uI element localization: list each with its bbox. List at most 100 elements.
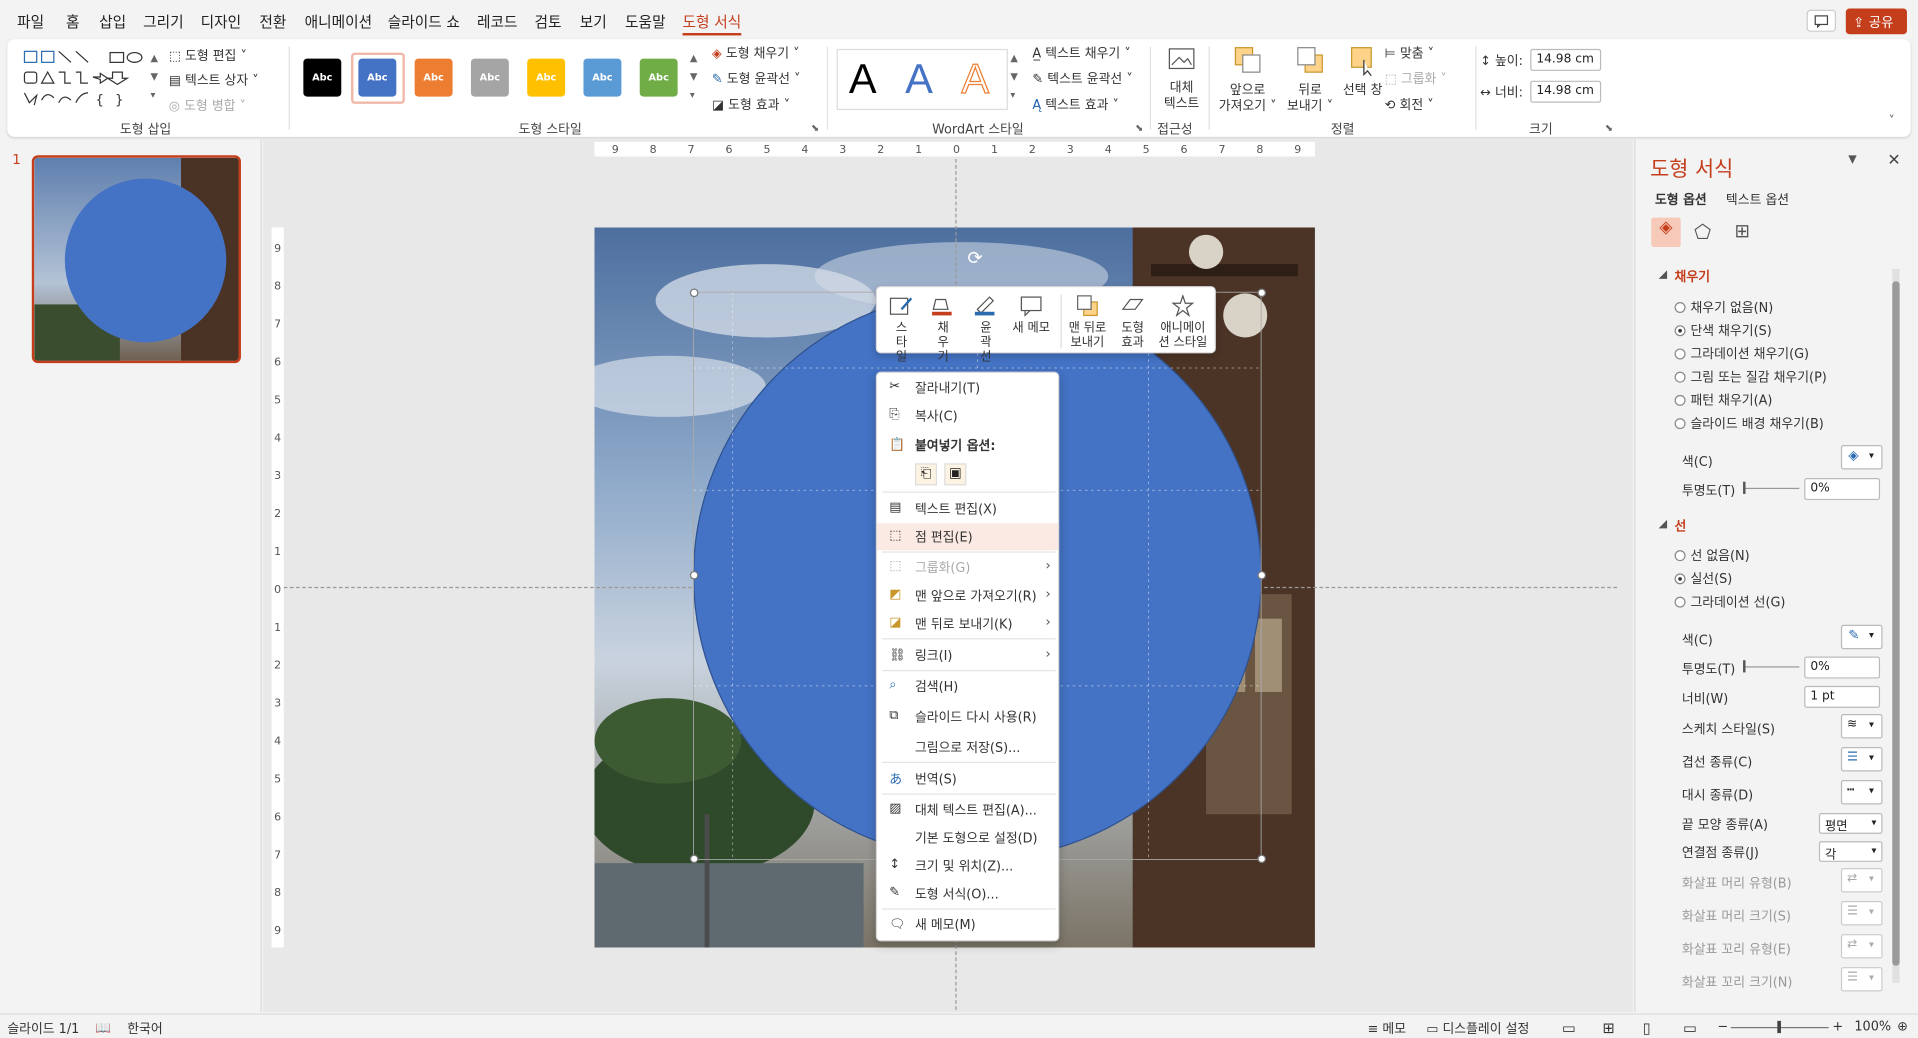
comments-button[interactable] (1806, 9, 1837, 32)
menu-item-edit-alt-text[interactable]: ▨ 대체 텍스트 편집(A)... (877, 796, 1058, 823)
tab-shape-options[interactable]: 도형 옵션 (1655, 191, 1707, 209)
text-effect-button[interactable]: Ą 텍스트 효과 ˅ (1032, 95, 1119, 113)
shape-styles-launcher-icon[interactable]: ⬊ (811, 122, 819, 133)
resize-handle-ne[interactable] (1257, 288, 1267, 298)
pane-scrollbar-thumb[interactable] (1892, 281, 1900, 966)
mini-effect-button[interactable]: 도형 효과 (1114, 295, 1151, 351)
wordart-style-blue[interactable]: A (905, 56, 933, 104)
fill-option-none[interactable]: 채우기 없음(N) (1690, 298, 1773, 316)
menu-item-link[interactable]: ⛓ 링크(I) › (877, 642, 1058, 669)
menu-item-reuse-slides[interactable]: ⧉ 슬라이드 다시 사용(R) (877, 703, 1058, 730)
tab-animations[interactable]: 애니메이션 (305, 11, 373, 32)
paste-as-picture-icon[interactable]: ▣ (944, 463, 967, 486)
mini-fill-button[interactable]: 채우기 (926, 295, 960, 366)
fill-option-pattern[interactable]: 패턴 채우기(A) (1690, 391, 1772, 409)
accessibility-icon[interactable]: 📖 (95, 1020, 111, 1036)
tab-shape-format[interactable]: 도형 서식 (682, 11, 741, 36)
end-arrow-type-dropdown[interactable]: ⇄ ▾ (1840, 934, 1883, 959)
tab-text-options[interactable]: 텍스트 옵션 (1726, 191, 1789, 209)
tab-review[interactable]: 검토 (535, 11, 562, 32)
merge-shapes-button[interactable]: ◎ 도형 병합 ˅ (169, 97, 246, 115)
fill-color-picker[interactable]: ◈ ▾ (1840, 445, 1883, 470)
sketch-style-dropdown[interactable]: ≋ ▾ (1840, 713, 1883, 739)
fill-transparency-slider[interactable] (1743, 487, 1800, 490)
mini-style-button[interactable]: 스타일 (884, 295, 918, 366)
radio-pattern-fill[interactable] (1674, 394, 1686, 406)
menu-item-edit-points[interactable]: ⬚ 점 편집(E) (877, 523, 1059, 551)
paste-keep-source-icon[interactable]: ⎗ (914, 463, 937, 486)
slideshow-icon[interactable]: ▭ (1683, 1020, 1697, 1037)
fill-section-header[interactable]: 채우기 (1675, 268, 1710, 286)
style-swatch-green[interactable]: Abc (639, 58, 678, 97)
tab-insert[interactable]: 삽입 (99, 11, 126, 32)
cap-type-dropdown[interactable]: 평면 ▾ (1818, 813, 1883, 834)
style-swatch-gold[interactable]: Abc (527, 58, 566, 97)
menu-item-cut[interactable]: ✂ 잘라내기(T) (877, 374, 1058, 401)
height-input[interactable]: 14.98 cm (1530, 48, 1602, 71)
radio-background-fill[interactable] (1674, 418, 1686, 430)
tab-design[interactable]: 디자인 (201, 11, 242, 32)
zoom-slider-thumb[interactable] (1777, 1020, 1781, 1034)
zoom-out-icon[interactable]: − (1717, 1020, 1728, 1035)
line-section-header[interactable]: 선 (1675, 517, 1687, 535)
style-swatch-orange[interactable]: Abc (414, 58, 453, 97)
group-button[interactable]: ⬚ 그룹화 ˅ (1385, 70, 1447, 88)
resize-handle-se[interactable] (1257, 854, 1267, 864)
menu-item-group[interactable]: ⬚ 그룹화(G) › (877, 554, 1058, 581)
mini-outline-button[interactable]: 윤곽선 (968, 295, 1005, 366)
edit-shape-button[interactable]: ⬚ 도형 편집 ˅ (169, 46, 247, 64)
style-gallery-scroll[interactable]: ▲ ▼ ▾ (690, 49, 698, 104)
slide-thumbnail[interactable] (31, 155, 241, 364)
text-fill-button[interactable]: A̲ 텍스트 채우기 ˅ (1032, 44, 1130, 62)
tab-draw[interactable]: 그리기 (143, 11, 184, 32)
tab-transitions[interactable]: 전환 (259, 11, 286, 32)
shape-effect-button[interactable]: ◪ 도형 효과 ˅ (712, 95, 790, 113)
radio-solid-line[interactable] (1674, 573, 1686, 585)
tab-record[interactable]: 레코드 (477, 11, 518, 32)
shape-outline-button[interactable]: ✎ 도형 윤곽선 ˅ (712, 70, 801, 88)
dash-type-dropdown[interactable]: ┅ ▾ (1840, 780, 1883, 805)
send-backward-button[interactable]: 뒤로 보내기 ˅ (1284, 44, 1335, 115)
menu-item-set-default-shape[interactable]: 기본 도형으로 설정(D) (877, 824, 1058, 851)
width-input[interactable]: 14.98 cm (1530, 80, 1602, 103)
fill-line-icon[interactable]: ◈ (1651, 217, 1681, 247)
line-option-gradient[interactable]: 그라데이션 선(G) (1690, 593, 1785, 611)
line-collapse-icon[interactable]: ◢ (1659, 518, 1667, 530)
begin-arrow-type-dropdown[interactable]: ⇄ ▾ (1840, 868, 1883, 893)
rotate-handle-icon[interactable]: ⟳ (968, 247, 990, 269)
wordart-style-orange[interactable]: A (961, 56, 990, 104)
style-swatch-black[interactable]: Abc (303, 58, 342, 97)
begin-arrow-size-dropdown[interactable]: ☰ ▾ (1840, 901, 1883, 926)
line-color-picker[interactable]: ✎ ▾ (1840, 624, 1883, 650)
resize-handle-e[interactable] (1257, 570, 1267, 580)
slide-sorter-icon[interactable]: ⊞ (1602, 1020, 1614, 1037)
collapse-ribbon-icon[interactable]: ˅ (1889, 115, 1895, 128)
line-transparency-input[interactable]: 0% (1804, 656, 1881, 679)
mini-new-memo-button[interactable]: 새 메모 (1009, 295, 1053, 337)
normal-view-icon[interactable]: ▭ (1562, 1020, 1576, 1037)
line-width-input[interactable]: 1 pt (1804, 685, 1881, 708)
text-outline-button[interactable]: ✎ 텍스트 윤곽선 ˅ (1032, 70, 1132, 88)
fit-slide-icon[interactable]: ⊕ (1897, 1020, 1908, 1035)
fill-transparency-input[interactable]: 0% (1804, 478, 1881, 501)
wordart-gallery-scroll[interactable]: ▲ ▼ ▾ (1010, 49, 1018, 104)
fill-transparency-thumb[interactable] (1743, 481, 1746, 494)
mini-send-back-button[interactable]: 맨 뒤로 보내기 (1065, 295, 1109, 351)
line-option-none[interactable]: 선 없음(N) (1690, 547, 1749, 565)
text-box-button[interactable]: ▤ 텍스트 상자 ˅ (169, 71, 259, 89)
zoom-level[interactable]: 100% (1854, 1020, 1891, 1035)
tab-view[interactable]: 보기 (580, 11, 607, 32)
radio-no-line[interactable] (1674, 550, 1686, 562)
radio-gradient-line[interactable] (1674, 596, 1686, 608)
alt-text-button[interactable]: 대체 텍스트 (1155, 46, 1209, 112)
fill-option-gradient[interactable]: 그라데이션 채우기(G) (1690, 345, 1809, 363)
zoom-in-icon[interactable]: + (1832, 1020, 1843, 1035)
mini-animation-button[interactable]: 애니메이션 스타일 (1153, 293, 1212, 351)
resize-handle-sw[interactable] (689, 854, 699, 864)
fill-option-background[interactable]: 슬라이드 배경 채우기(B) (1690, 414, 1823, 432)
align-button[interactable]: ⊨ 맞춤 ˅ (1385, 44, 1434, 62)
tab-slideshow[interactable]: 슬라이드 쇼 (388, 11, 460, 32)
bring-forward-button[interactable]: 앞으로 가져오기 ˅ (1213, 44, 1281, 115)
menu-item-save-as-picture[interactable]: 그림으로 저장(S)... (877, 734, 1058, 761)
reading-view-icon[interactable]: ▯ (1643, 1020, 1651, 1037)
